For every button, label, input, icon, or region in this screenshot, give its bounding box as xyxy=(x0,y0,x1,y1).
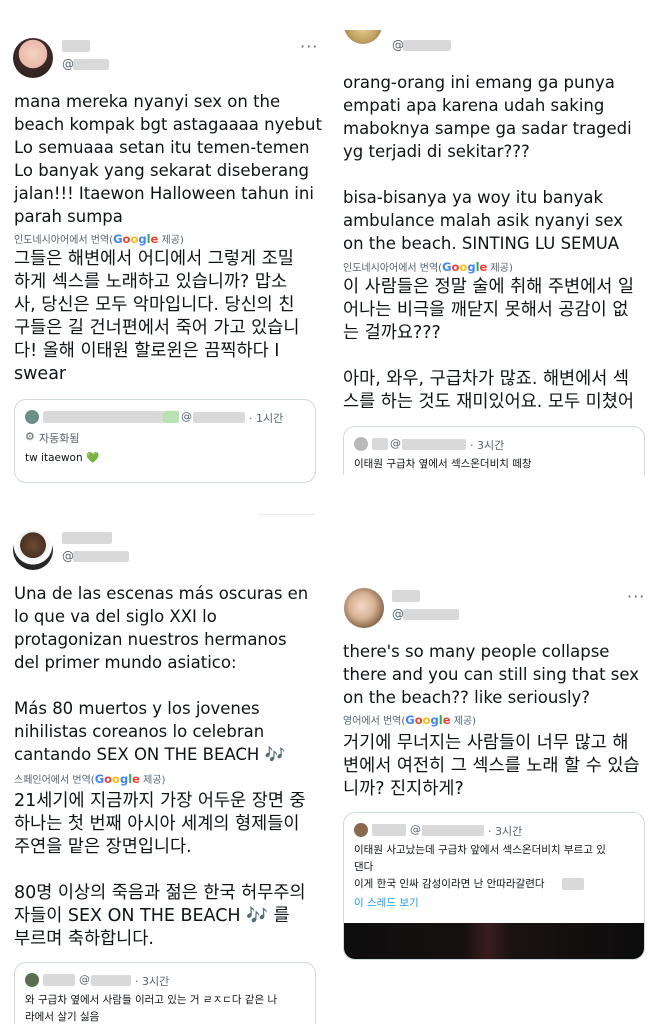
handle-redacted xyxy=(91,975,131,986)
translate-source-label: 영어에서 번역( xyxy=(343,716,406,727)
handle-redacted xyxy=(73,59,109,70)
avatar xyxy=(354,437,368,451)
quote-text: 이태원 구급차 옆에서 섹스온더비치 떼창 xyxy=(354,458,532,470)
google-logo: Google xyxy=(405,713,451,727)
handle-redacted xyxy=(73,551,129,562)
handle: @ xyxy=(410,823,421,836)
display-name-redacted[interactable] xyxy=(392,590,420,602)
video-thumbnail[interactable] xyxy=(344,923,644,959)
translated-text: 21세기에 지금까지 가장 어두운 장면 중 하나는 첫 번째 아시아 세계의 … xyxy=(14,791,306,949)
handle-redacted xyxy=(193,412,245,423)
timestamp: · 3시간 xyxy=(488,825,523,838)
handle-redacted xyxy=(403,609,459,620)
handle: @ xyxy=(181,410,192,423)
quoted-tweet[interactable]: @ · 1시간 ⚙ 자동화됨 tw itaewon 💚 xyxy=(14,399,316,483)
tweet-card: @ Una de las escenas más oscuras en lo q… xyxy=(0,520,330,1024)
avatar[interactable] xyxy=(344,588,384,628)
translated-text: 이 사람들은 정말 술에 취해 주변에서 일 어나는 비극을 깨닫지 못해서 공… xyxy=(343,277,634,412)
display-name-redacted[interactable] xyxy=(62,532,112,544)
display-name-redacted xyxy=(372,438,388,450)
tweet-card: @ ··· there's so many people collapse th… xyxy=(330,580,658,1024)
translated-text: 그들은 해변에서 어디에서 그렇게 조밀 하게 섹스를 노래하고 있습니까? 맙… xyxy=(14,249,300,384)
avatar xyxy=(354,823,368,837)
quote-text: tw itaewon 💚 xyxy=(25,452,100,464)
timestamp: · 3시간 xyxy=(470,439,505,452)
handle: @ xyxy=(390,437,401,450)
google-logo: Google xyxy=(113,232,159,246)
translate-source-label: 인도네시아어에서 번역( xyxy=(343,263,443,274)
more-icon[interactable]: ··· xyxy=(300,39,318,55)
handle-redacted xyxy=(422,825,484,836)
quoted-tweet[interactable]: @ · 3시간 와 구급차 옆에서 사람들 이러고 있는 거 ㄹㅈㄷ다 같은 나… xyxy=(14,962,316,1024)
display-name-redacted xyxy=(43,411,163,423)
google-logo: Google xyxy=(94,772,140,786)
handle-redacted xyxy=(403,40,451,51)
display-name-redacted[interactable] xyxy=(62,40,90,52)
translation-label: 인도네시아어에서 번역(Google 제공) xyxy=(14,232,184,246)
avatar[interactable] xyxy=(13,530,53,570)
handle: @ xyxy=(79,973,90,986)
tweet-text: there's so many people collapse there an… xyxy=(343,642,640,707)
timestamp: · 3시간 xyxy=(135,975,170,988)
robot-icon: ⚙ xyxy=(25,430,35,443)
avatar[interactable] xyxy=(344,30,382,44)
translate-source-label: 스페인어에서 번역( xyxy=(14,775,95,786)
automated-label: 자동화됨 xyxy=(39,432,80,445)
translate-source-label: 인도네시아어에서 번역( xyxy=(14,235,114,246)
display-name-redacted xyxy=(372,824,406,836)
display-name-redacted xyxy=(43,974,75,986)
tweet-text: Una de las escenas más oscuras en lo que… xyxy=(14,584,309,764)
quote-text: 와 구급차 옆에서 사람들 이러고 있는 거 ㄹㅈㄷ다 같은 나 라에서 살기 … xyxy=(25,994,278,1023)
tweet-card: @ orang-orang ini emang ga punya empati … xyxy=(330,30,658,475)
tweet-text: mana mereka nyanyi sex on the beach komp… xyxy=(14,92,322,226)
handle-redacted xyxy=(402,439,466,450)
google-logo: Google xyxy=(442,260,488,274)
show-thread-link[interactable]: 이 스레드 보기 xyxy=(354,895,419,912)
avatar xyxy=(25,973,39,987)
timestamp: · 1시간 xyxy=(249,412,284,425)
quoted-tweet[interactable]: @ · 3시간 이태원 사고났는데 구급차 앞에서 섹스온더비치 부르고 있 댄… xyxy=(343,812,645,960)
name-suffix-redacted xyxy=(163,411,179,423)
more-icon[interactable]: ··· xyxy=(627,589,645,605)
divider xyxy=(258,514,314,515)
translation-label: 영어에서 번역(Google 제공) xyxy=(343,713,477,727)
translation-label: 인도네시아어에서 번역(Google 제공) xyxy=(343,260,513,274)
tweet-text: orang-orang ini emang ga punya empati ap… xyxy=(343,73,632,253)
translated-text: 거기에 무너지는 사람들이 너무 많고 해 변에서 여전히 그 섹스를 노래 할… xyxy=(343,733,640,799)
translation-label: 스페인어에서 번역(Google 제공) xyxy=(14,772,166,786)
avatar[interactable] xyxy=(13,38,53,78)
tweet-card: @ ··· mana mereka nyanyi sex on the beac… xyxy=(0,30,330,520)
avatar xyxy=(25,410,39,424)
text-redacted xyxy=(562,878,584,890)
quoted-tweet[interactable]: @ · 3시간 이태원 구급차 옆에서 섹스온더비치 떼창 xyxy=(343,426,645,475)
